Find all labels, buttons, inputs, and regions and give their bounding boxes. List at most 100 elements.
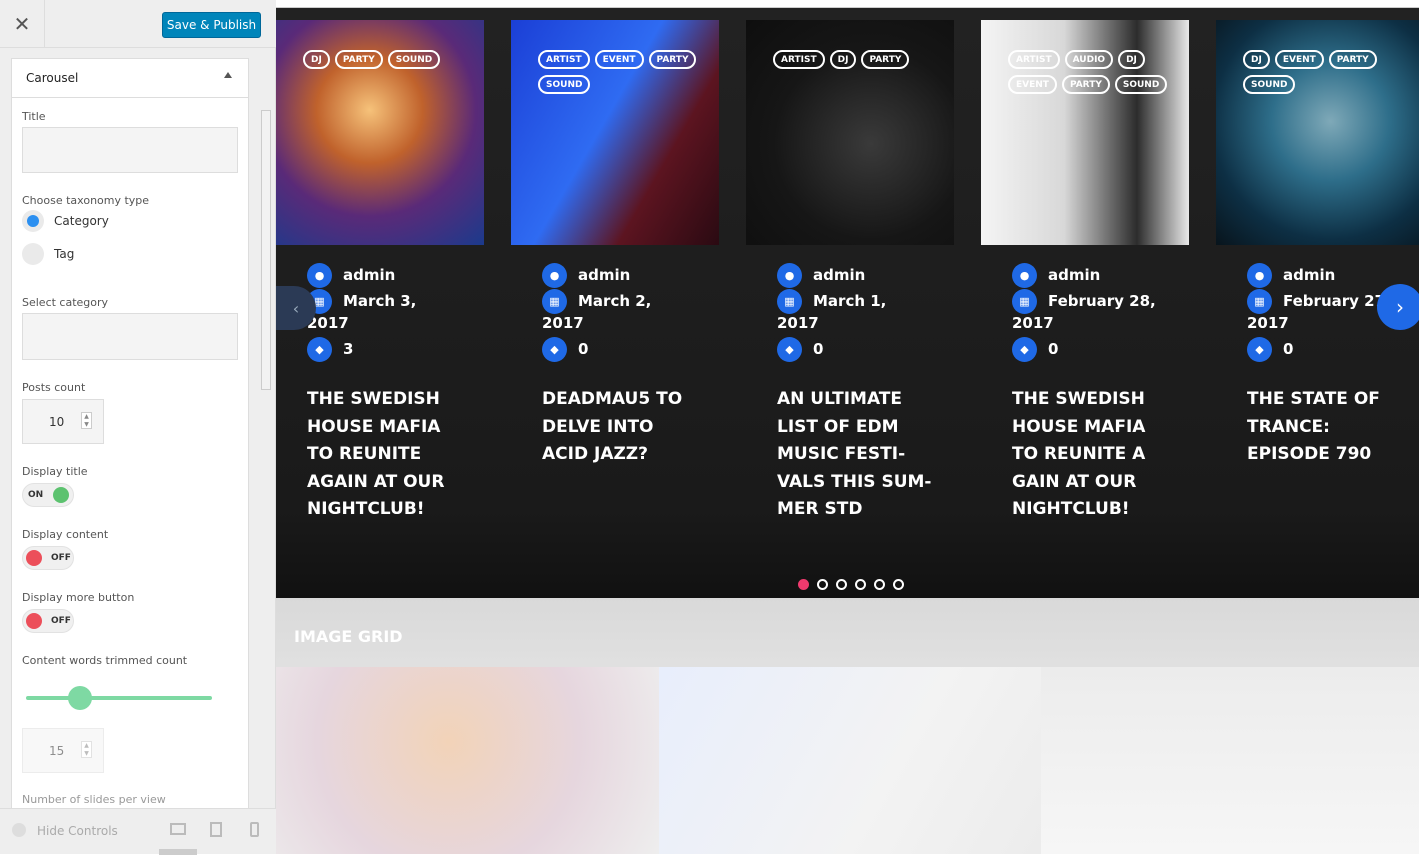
post-author[interactable]: admin — [343, 266, 395, 284]
tablet-preview-icon[interactable] — [210, 822, 222, 837]
display-more-toggle[interactable]: OFF — [22, 609, 74, 633]
tag-chip[interactable]: DJ — [829, 50, 857, 69]
stepper-arrows-icon[interactable]: ▲ ▼ — [81, 741, 92, 758]
carousel-card[interactable]: ARTIST AUDIO DJ EVENT PARTY SOUND — [981, 20, 1189, 245]
hide-controls-button[interactable]: Hide Controls — [37, 824, 118, 838]
panel-header[interactable]: Carousel — [12, 59, 248, 98]
display-title-label: Display title — [22, 465, 88, 478]
taxonomy-option-category[interactable]: Category — [22, 210, 109, 232]
tag-chip[interactable]: ARTIST — [1008, 50, 1060, 69]
post-title-line: THE SWEDISH — [307, 389, 440, 409]
post-title-line: THE STATE OF — [1247, 389, 1380, 409]
post-title-line: MUSIC FESTI- — [777, 444, 906, 464]
post-date[interactable]: March 3, — [343, 292, 416, 310]
post-title[interactable]: DEADMAU5 TO DELVE INTO ACID JAZZ? — [542, 386, 712, 469]
tag-chip[interactable]: SOUND — [1243, 75, 1296, 94]
comment-count[interactable]: 3 — [343, 340, 353, 358]
comment-count[interactable]: 0 — [1283, 340, 1293, 358]
post-title-line: ACID JAZZ? — [542, 444, 648, 464]
post-thumbnail[interactable]: ARTIST DJ PARTY — [746, 20, 954, 245]
post-author[interactable]: admin — [578, 266, 630, 284]
tag-chip[interactable]: EVENT — [1008, 75, 1057, 94]
post-thumbnail[interactable]: ARTIST AUDIO DJ EVENT PARTY SOUND — [981, 20, 1189, 245]
post-title[interactable]: AN ULTIMATE LIST OF EDM MUSIC FESTI- VAL… — [777, 386, 947, 524]
post-date[interactable]: February 28, — [1048, 292, 1156, 310]
tag-chip[interactable]: DJ — [1118, 50, 1145, 69]
desktop-preview-icon[interactable] — [170, 823, 186, 835]
sidebar-scrollbar[interactable] — [259, 48, 273, 808]
post-author[interactable]: admin — [813, 266, 865, 284]
display-content-toggle[interactable]: OFF — [22, 546, 74, 570]
carousel-card[interactable]: ARTIST EVENT PARTY SOUND — [511, 20, 719, 245]
carousel-card[interactable]: ARTIST DJ PARTY — [746, 20, 954, 245]
grid-image[interactable] — [276, 667, 659, 854]
grid-image[interactable] — [659, 667, 1041, 854]
chevron-right-icon: › — [1396, 295, 1404, 319]
tag-chip[interactable]: PARTY — [861, 50, 910, 69]
pagination-dot[interactable] — [817, 579, 828, 590]
collapse-caret-icon[interactable] — [224, 72, 232, 78]
hide-controls-icon[interactable] — [12, 823, 26, 837]
post-title-line: VALS THIS SUM- — [777, 471, 932, 492]
tag-chip[interactable]: ARTIST — [773, 50, 825, 69]
pagination-dot[interactable] — [798, 579, 809, 590]
post-author[interactable]: admin — [1283, 266, 1335, 284]
post-title[interactable]: THE SWEDISH HOUSE MAFIA TO REUNITE AGAIN… — [307, 386, 477, 524]
display-title-toggle[interactable]: ON — [22, 483, 74, 507]
tag-chip[interactable]: SOUND — [1114, 75, 1168, 94]
tag-chip[interactable]: SOUND — [387, 50, 441, 69]
scrollbar-thumb[interactable] — [261, 110, 271, 390]
calendar-icon: ▦ — [542, 288, 567, 314]
tag-chip[interactable]: PARTY — [1061, 75, 1110, 94]
category-select[interactable] — [22, 313, 238, 360]
comment-count[interactable]: 0 — [813, 340, 823, 358]
tag-chip[interactable]: EVENT — [594, 50, 644, 69]
posts-count-stepper[interactable]: 10 ▲ ▼ — [22, 399, 104, 444]
post-thumbnail[interactable]: DJ PARTY SOUND — [276, 20, 484, 245]
carousel-next-button[interactable]: › — [1377, 284, 1419, 330]
grid-image[interactable] — [1041, 667, 1419, 854]
mobile-preview-icon[interactable] — [250, 822, 259, 837]
tag-chip[interactable]: PARTY — [1328, 50, 1377, 69]
tag-chip[interactable]: PARTY — [334, 50, 383, 69]
trim-slider-track[interactable] — [26, 696, 212, 700]
post-thumbnail[interactable]: ARTIST EVENT PARTY SOUND — [511, 20, 719, 245]
pagination-dot[interactable] — [836, 579, 847, 590]
taxonomy-label: Choose taxonomy type — [22, 194, 150, 207]
post-author[interactable]: admin — [1048, 266, 1100, 284]
close-customizer-button[interactable]: ✕ — [0, 0, 45, 48]
post-title-line: EPISODE 790 — [1247, 444, 1372, 464]
post-date[interactable]: February 27, — [1283, 292, 1391, 310]
pagination-dot[interactable] — [893, 579, 904, 590]
comment-count[interactable]: 0 — [578, 340, 588, 358]
title-input[interactable] — [22, 127, 238, 173]
tag-chip[interactable]: ARTIST — [538, 50, 590, 69]
post-year: 2017 — [1012, 314, 1054, 332]
pagination-dot[interactable] — [855, 579, 866, 590]
post-title[interactable]: THE SWEDISH HOUSE MAFIA TO REUNITE A GAI… — [1012, 386, 1182, 524]
toggle-knob — [26, 550, 42, 566]
radio-category[interactable] — [22, 210, 44, 232]
tag-chip[interactable]: DJ — [1243, 50, 1270, 69]
taxonomy-option-tag[interactable]: Tag — [22, 243, 74, 265]
stepper-arrows-icon[interactable]: ▲ ▼ — [81, 412, 92, 429]
radio-tag[interactable] — [22, 243, 44, 265]
post-date[interactable]: March 2, — [578, 292, 651, 310]
post-thumbnail[interactable]: DJ EVENT PARTY SOUND — [1216, 20, 1419, 245]
trim-slider-handle[interactable] — [68, 686, 92, 710]
tag-chip[interactable]: AUDIO — [1064, 50, 1114, 69]
pagination-dot[interactable] — [874, 579, 885, 590]
tag-chip[interactable]: SOUND — [538, 75, 591, 94]
carousel-card[interactable]: DJ EVENT PARTY SOUND — [1216, 20, 1419, 245]
comment-count[interactable]: 0 — [1048, 340, 1058, 358]
post-title[interactable]: THE STATE OF TRANCE: EPISODE 790 — [1247, 386, 1417, 469]
carousel-card[interactable]: DJ PARTY SOUND — [276, 20, 484, 245]
tag-chip[interactable]: EVENT — [1274, 50, 1324, 69]
tag-chip[interactable]: DJ — [303, 50, 330, 69]
tag-chip[interactable]: PARTY — [648, 50, 697, 69]
post-year: 2017 — [542, 314, 584, 332]
save-publish-button[interactable]: Save & Publish — [162, 12, 261, 38]
trim-count-stepper[interactable]: 15 ▲ ▼ — [22, 728, 104, 773]
post-date[interactable]: March 1, — [813, 292, 886, 310]
posts-count-label: Posts count — [22, 381, 86, 394]
